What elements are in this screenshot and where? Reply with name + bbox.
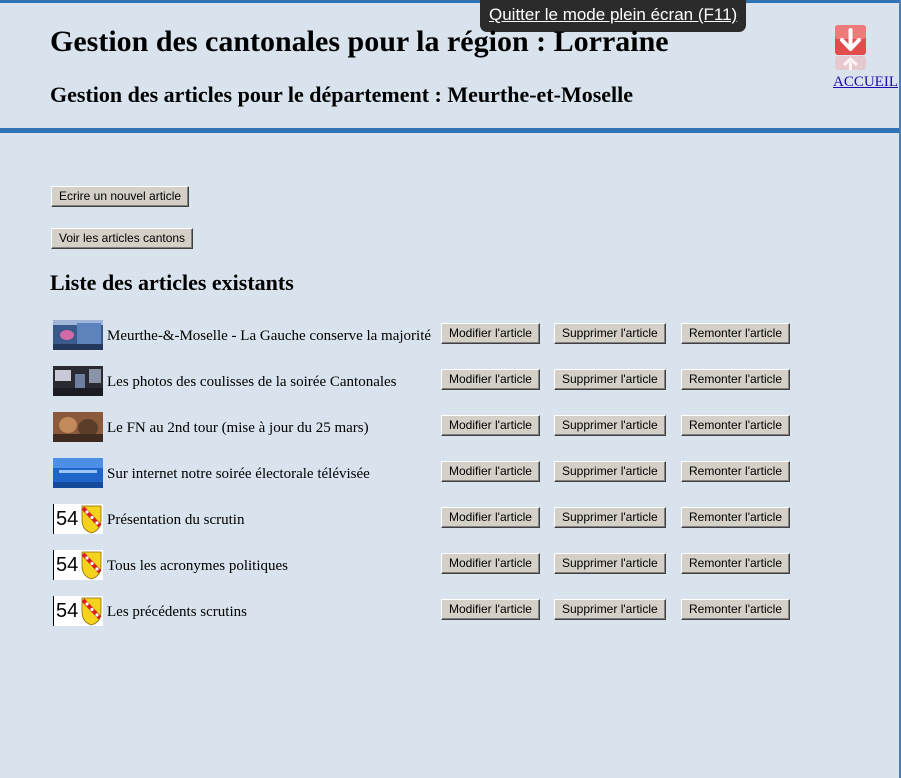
- edit-article-button[interactable]: Modifier l'article: [441, 415, 540, 436]
- article-title: Meurthe-&-Moselle - La Gauche conserve l…: [107, 328, 432, 344]
- edit-article-button[interactable]: Modifier l'article: [441, 369, 540, 390]
- home-link[interactable]: ACCUEIL: [833, 74, 898, 91]
- page-subtitle: Gestion des articles pour le département…: [50, 82, 634, 107]
- header-divider: [0, 128, 901, 133]
- raise-article-button[interactable]: Remonter l'article: [681, 507, 790, 528]
- page-title: Gestion des cantonales pour la région : …: [50, 25, 669, 58]
- write-article-button[interactable]: Ecrire un nouvel article: [51, 186, 190, 207]
- article-thumbnail: [53, 412, 103, 442]
- article-title: Tous les acronymes politiques: [107, 558, 289, 574]
- article-thumbnail: 54: [53, 504, 103, 534]
- article-row: Sur internet notre soirée électorale tél…: [0, 458, 901, 488]
- article-row: 54 Les précédents scrutins Modifier l'arti…: [0, 596, 901, 626]
- delete-article-button[interactable]: Supprimer l'article: [554, 369, 666, 390]
- edit-article-button[interactable]: Modifier l'article: [441, 507, 540, 528]
- edit-article-button[interactable]: Modifier l'article: [441, 599, 540, 620]
- raise-article-button[interactable]: Remonter l'article: [681, 415, 790, 436]
- article-row: Meurthe-&-Moselle - La Gauche conserve l…: [0, 320, 901, 350]
- article-title: Présentation du scrutin: [107, 512, 245, 528]
- raise-article-button[interactable]: Remonter l'article: [681, 461, 790, 482]
- article-title: Le FN au 2nd tour (mise à jour du 25 mar…: [107, 420, 369, 436]
- article-row: 54 Tous les acronymes politiques Modifier …: [0, 550, 901, 580]
- department-number-badge: 54: [56, 554, 79, 576]
- edit-article-button[interactable]: Modifier l'article: [441, 553, 540, 574]
- delete-article-button[interactable]: Supprimer l'article: [554, 553, 666, 574]
- delete-article-button[interactable]: Supprimer l'article: [554, 599, 666, 620]
- raise-article-button[interactable]: Remonter l'article: [681, 369, 790, 390]
- department-number-badge: 54: [56, 600, 79, 622]
- article-row: 54 Présentation du scrutin Modifier l'arti…: [0, 504, 901, 534]
- article-row: Le FN au 2nd tour (mise à jour du 25 mar…: [0, 412, 901, 442]
- home-arrow-icon[interactable]: [834, 24, 867, 72]
- department-number-badge: 54: [56, 508, 79, 530]
- edit-article-button[interactable]: Modifier l'article: [441, 461, 540, 482]
- raise-article-button[interactable]: Remonter l'article: [681, 553, 790, 574]
- view-canton-articles-button[interactable]: Voir les articles cantons: [51, 228, 194, 249]
- article-title: Les photos des coulisses de la soirée Ca…: [107, 374, 397, 390]
- article-thumbnail: [53, 458, 103, 488]
- top-rule: [0, 0, 901, 3]
- delete-article-button[interactable]: Supprimer l'article: [554, 461, 666, 482]
- article-title: Les précédents scrutins: [107, 604, 247, 620]
- edit-article-button[interactable]: Modifier l'article: [441, 323, 540, 344]
- article-title: Sur internet notre soirée électorale tél…: [107, 466, 370, 482]
- article-row: Les photos des coulisses de la soirée Ca…: [0, 366, 901, 396]
- raise-article-button[interactable]: Remonter l'article: [681, 323, 790, 344]
- raise-article-button[interactable]: Remonter l'article: [681, 599, 790, 620]
- article-list-heading: Liste des articles existants: [50, 270, 294, 295]
- article-thumbnail: [53, 320, 103, 350]
- article-thumbnail: 54: [53, 550, 103, 580]
- delete-article-button[interactable]: Supprimer l'article: [554, 507, 666, 528]
- article-thumbnail: 54: [53, 596, 103, 626]
- article-thumbnail: [53, 366, 103, 396]
- delete-article-button[interactable]: Supprimer l'article: [554, 415, 666, 436]
- delete-article-button[interactable]: Supprimer l'article: [554, 323, 666, 344]
